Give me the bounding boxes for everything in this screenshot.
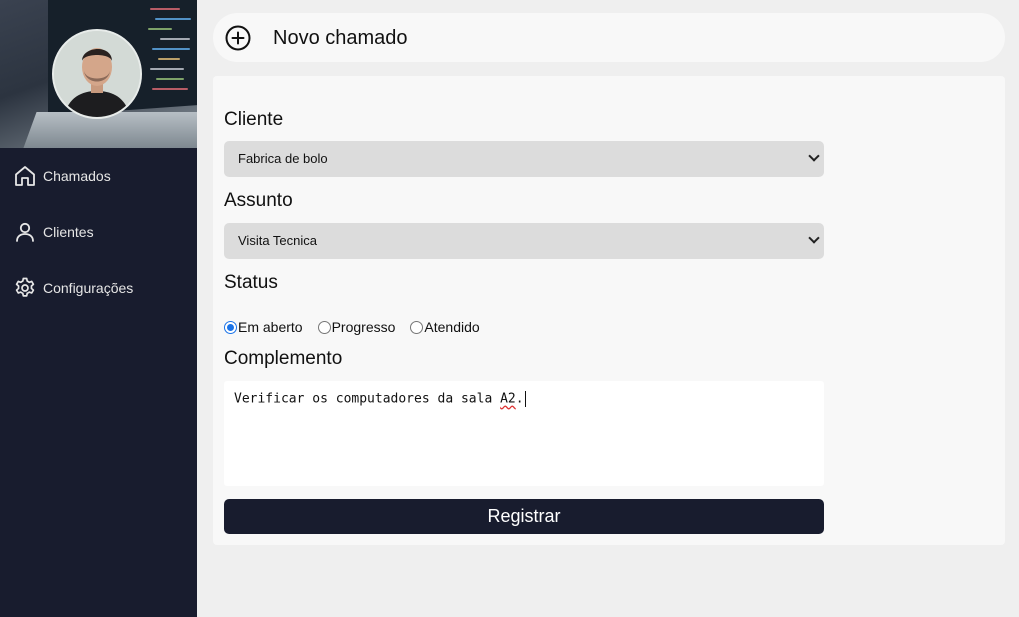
- gear-icon: [13, 276, 37, 300]
- status-radio-group: Em aberto Progresso Atendido: [224, 319, 495, 335]
- user-icon: [13, 220, 37, 244]
- radio-button[interactable]: [224, 320, 237, 334]
- page-header: Novo chamado: [213, 13, 1005, 62]
- radio-button[interactable]: [317, 320, 331, 334]
- avatar: [52, 29, 142, 119]
- complemento-textarea[interactable]: Verificar os computadores da sala A2.: [224, 381, 824, 486]
- ticket-form: Cliente Fabrica de bolo Assunto Visita T…: [213, 76, 1005, 545]
- sidebar-item-clientes[interactable]: Clientes: [0, 212, 197, 252]
- chevron-down-icon: [808, 232, 820, 244]
- assunto-label: Assunto: [224, 190, 293, 211]
- code-line-decoration: [150, 8, 180, 10]
- sidebar-banner-image: [0, 0, 197, 148]
- cliente-label: Cliente: [224, 109, 284, 130]
- status-option-em-aberto[interactable]: Em aberto: [224, 319, 303, 335]
- page-title: Novo chamado: [273, 27, 408, 49]
- code-line-decoration: [160, 38, 190, 40]
- radio-button[interactable]: [410, 320, 424, 334]
- code-line-decoration: [156, 78, 184, 80]
- registrar-button[interactable]: Registrar: [224, 499, 824, 534]
- home-icon: [13, 164, 37, 188]
- sidebar: Chamados Clientes Configurações: [0, 0, 197, 617]
- status-label: Status: [224, 272, 278, 293]
- code-line-decoration: [150, 68, 184, 70]
- radio-label: Em aberto: [238, 319, 303, 335]
- code-line-decoration: [155, 18, 191, 20]
- assunto-select[interactable]: Visita Tecnica: [224, 223, 824, 259]
- status-option-progresso[interactable]: Progresso: [317, 319, 396, 335]
- radio-label: Atendido: [424, 319, 480, 335]
- cliente-select[interactable]: Fabrica de bolo: [224, 141, 824, 177]
- cliente-select-value: Fabrica de bolo: [238, 151, 328, 166]
- text-caret: [524, 391, 526, 407]
- plus-circle-icon: [225, 25, 251, 51]
- complemento-label: Complemento: [224, 348, 343, 369]
- complemento-text: Verificar os computadores da sala: [234, 391, 501, 407]
- code-line-decoration: [148, 28, 172, 30]
- spellcheck-flagged-word: A2: [500, 391, 516, 407]
- code-line-decoration: [158, 58, 180, 60]
- code-line-decoration: [152, 48, 190, 50]
- laptop-keyboard-decoration: [23, 112, 197, 148]
- code-line-decoration: [152, 88, 188, 90]
- sidebar-item-label: Chamados: [43, 168, 111, 184]
- assunto-select-value: Visita Tecnica: [238, 233, 318, 248]
- sidebar-item-configuracoes[interactable]: Configurações: [0, 268, 197, 308]
- sidebar-item-label: Configurações: [43, 280, 134, 296]
- radio-label: Progresso: [331, 319, 396, 335]
- complemento-text-end: .: [515, 391, 524, 407]
- avatar-person-image: [54, 31, 140, 117]
- sidebar-item-label: Clientes: [43, 224, 94, 240]
- status-option-atendido[interactable]: Atendido: [410, 319, 480, 335]
- sidebar-item-chamados[interactable]: Chamados: [0, 156, 197, 196]
- chevron-down-icon: [808, 150, 820, 162]
